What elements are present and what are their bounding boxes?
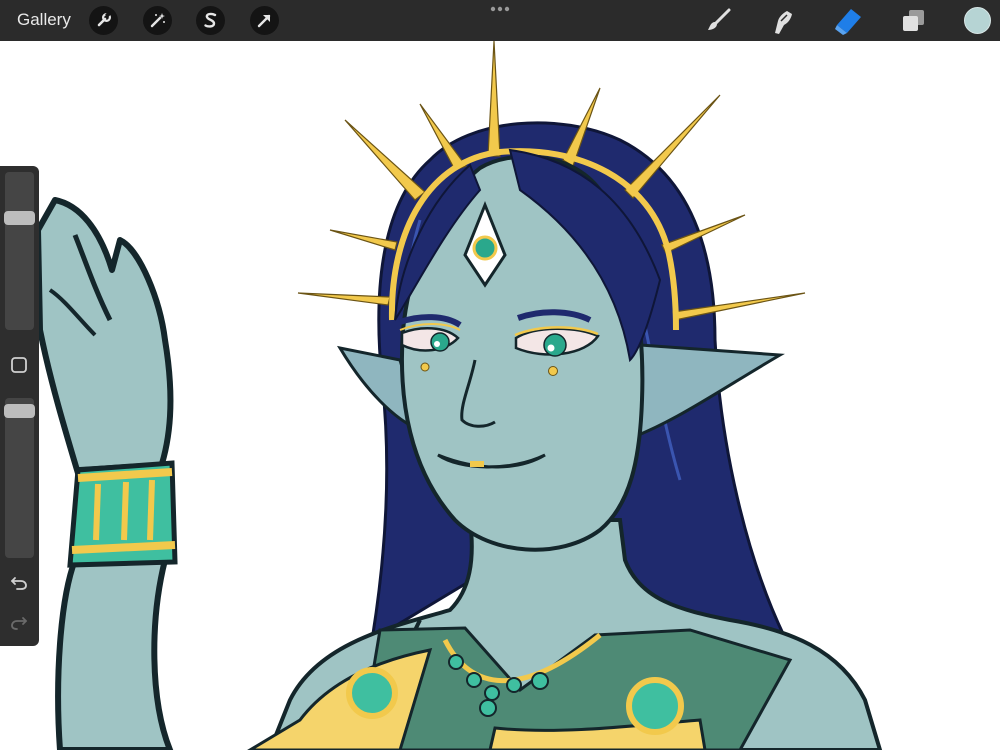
actions-button[interactable] xyxy=(89,6,118,35)
eraser-icon[interactable] xyxy=(832,5,864,37)
left-brooch xyxy=(346,667,398,719)
left-iris xyxy=(430,332,450,352)
adjustments-button[interactable] xyxy=(143,6,172,35)
bracelet xyxy=(67,460,178,568)
right-cheek-gem xyxy=(548,366,558,376)
redo-icon[interactable] xyxy=(9,612,29,632)
brush-size-thumb[interactable] xyxy=(4,211,35,225)
layers-icon[interactable] xyxy=(897,5,929,37)
right-iris xyxy=(543,333,567,357)
brush-icon[interactable] xyxy=(702,5,734,37)
undo-icon[interactable] xyxy=(9,572,29,592)
transform-button[interactable] xyxy=(250,6,279,35)
opacity-slider[interactable] xyxy=(4,398,35,558)
third-eye-gem xyxy=(472,235,498,261)
modify-square-icon[interactable] xyxy=(9,355,29,375)
right-brooch xyxy=(626,677,684,735)
left-eye-shine xyxy=(434,341,440,347)
transform-arrow-icon xyxy=(257,14,271,28)
opacity-thumb[interactable] xyxy=(4,404,35,418)
brush-size-slider[interactable] xyxy=(4,172,35,330)
magic-wand-icon xyxy=(150,13,165,28)
smudge-icon[interactable] xyxy=(767,5,799,37)
left-cheek-gem xyxy=(420,362,430,372)
gallery-button[interactable]: Gallery xyxy=(17,10,71,30)
right-eye-shine xyxy=(547,344,555,352)
side-toolbar xyxy=(0,166,39,646)
more-options-icon[interactable] xyxy=(489,6,511,12)
top-toolbar: Gallery xyxy=(0,0,1000,41)
selection-button[interactable] xyxy=(196,6,225,35)
selection-s-icon xyxy=(204,12,217,28)
drawing-canvas[interactable] xyxy=(0,41,1000,750)
gold-tooth xyxy=(470,461,484,467)
color-picker-button[interactable] xyxy=(964,7,991,34)
wrench-icon xyxy=(97,11,112,27)
